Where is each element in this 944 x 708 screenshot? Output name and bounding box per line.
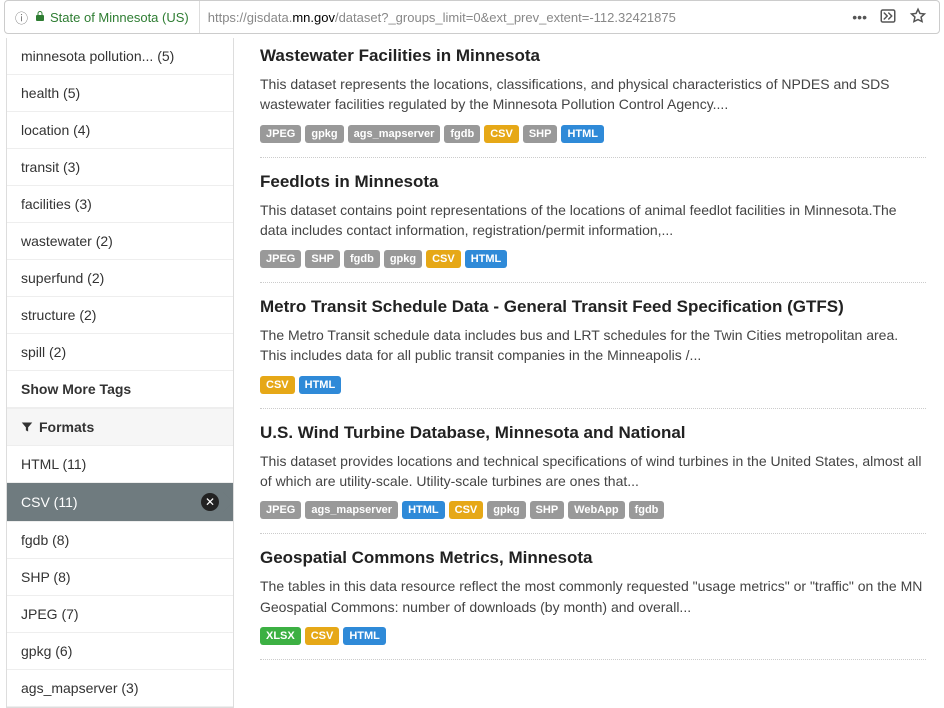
result-title[interactable]: Wastewater Facilities in Minnesota (260, 46, 926, 66)
page-actions-icon[interactable]: ••• (852, 9, 867, 25)
format-badge[interactable]: CSV (260, 376, 295, 394)
result-description: This dataset contains point representati… (260, 200, 926, 241)
tag-item[interactable]: health (5) (7, 75, 233, 112)
format-badge[interactable]: HTML (343, 627, 386, 645)
show-more-tags[interactable]: Show More Tags (7, 371, 233, 408)
remove-filter-icon[interactable]: ✕ (201, 493, 219, 511)
format-badge[interactable]: CSV (484, 125, 519, 143)
format-badge[interactable]: ags_mapserver (348, 125, 441, 143)
format-badge[interactable]: JPEG (260, 250, 301, 268)
format-badge[interactable]: JPEG (260, 501, 301, 519)
format-item[interactable]: ags_mapserver (3) (7, 670, 233, 707)
result-title[interactable]: Geospatial Commons Metrics, Minnesota (260, 548, 926, 568)
badge-row: CSVHTML (260, 376, 926, 394)
format-badge[interactable]: gpkg (384, 250, 422, 268)
result-description: The tables in this data resource reflect… (260, 576, 926, 617)
badge-row: JPEGgpkg ags_mapserverfgdbCSVSHPHTML (260, 125, 926, 143)
format-badge[interactable]: XLSX (260, 627, 301, 645)
result-description: The Metro Transit schedule data includes… (260, 325, 926, 366)
format-badge[interactable]: CSV (426, 250, 461, 268)
format-badge[interactable]: fgdb (629, 501, 665, 519)
result-item: Feedlots in Minnesota This dataset contai… (260, 158, 926, 284)
url-input[interactable]: https://gisdata.mn.gov/dataset?_groups_l… (200, 10, 841, 25)
format-badge[interactable]: SHP (305, 250, 340, 268)
format-item[interactable]: HTML (11) (7, 446, 233, 483)
result-item: Metro Transit Schedule Data - General Tr… (260, 283, 926, 409)
format-badge[interactable]: fgdb (344, 250, 380, 268)
format-item[interactable]: JPEG (7) (7, 596, 233, 633)
format-item[interactable]: fgdb (8) (7, 522, 233, 559)
format-item[interactable]: gpkg (6) (7, 633, 233, 670)
tag-item[interactable]: location (4) (7, 112, 233, 149)
format-badge[interactable]: HTML (561, 125, 604, 143)
result-item: U.S. Wind Turbine Database, Minnesota an… (260, 409, 926, 535)
results-area: Wastewater Facilities in Minnesota This d… (234, 38, 944, 708)
format-badge[interactable]: HTML (465, 250, 508, 268)
result-description: This dataset provides locations and tech… (260, 451, 926, 492)
tag-item[interactable]: spill (2) (7, 334, 233, 371)
tag-item[interactable]: facilities (3) (7, 186, 233, 223)
result-description: This dataset represents the locations, c… (260, 74, 926, 115)
tag-list: minnesota pollution... (5)health (5)loca… (7, 38, 233, 408)
lock-icon (34, 10, 46, 25)
sidebar: minnesota pollution... (5)health (5)loca… (6, 38, 234, 708)
format-list: HTML (11) CSV (11) ✕ fgdb (8)SHP (8)JPEG (7… (7, 446, 233, 707)
identity-text: State of Minnesota (US) (50, 10, 189, 25)
result-title[interactable]: U.S. Wind Turbine Database, Minnesota an… (260, 423, 926, 443)
filter-icon (21, 421, 33, 433)
result-item: Geospatial Commons Metrics, Minnesota The… (260, 534, 926, 660)
site-identity[interactable]: ⓘ State of Minnesota (US) (5, 1, 200, 33)
tag-item[interactable]: minnesota pollution... (5) (7, 38, 233, 75)
tag-item[interactable]: superfund (2) (7, 260, 233, 297)
page-body: minnesota pollution... (5)health (5)loca… (0, 38, 944, 708)
browser-actions: ••• (840, 7, 939, 28)
result-item: Wastewater Facilities in Minnesota This d… (260, 38, 926, 158)
format-label: CSV (11) (21, 494, 78, 510)
info-icon: ⓘ (15, 8, 28, 27)
browser-address-bar: ⓘ State of Minnesota (US) https://gisdat… (4, 0, 940, 34)
format-badge[interactable]: CSV (449, 501, 484, 519)
tag-item[interactable]: structure (2) (7, 297, 233, 334)
format-badge[interactable]: JPEG (260, 125, 301, 143)
formats-header[interactable]: Formats (7, 408, 233, 446)
tag-item[interactable]: transit (3) (7, 149, 233, 186)
result-title[interactable]: Feedlots in Minnesota (260, 172, 926, 192)
format-badge[interactable]: fgdb (444, 125, 480, 143)
format-badge[interactable]: SHP (523, 125, 558, 143)
format-item[interactable]: SHP (8) (7, 559, 233, 596)
result-title[interactable]: Metro Transit Schedule Data - General Tr… (260, 297, 926, 317)
badge-row: JPEGags_mapserverHTMLCSVgpkg SHPWebApp fgd… (260, 501, 926, 519)
format-badge[interactable]: WebApp (568, 501, 624, 519)
format-badge[interactable]: HTML (402, 501, 445, 519)
bookmark-star-icon[interactable] (909, 7, 927, 28)
format-badge[interactable]: CSV (305, 627, 340, 645)
badge-row: XLSXCSVHTML (260, 627, 926, 645)
tag-item[interactable]: wastewater (2) (7, 223, 233, 260)
format-badge[interactable]: SHP (530, 501, 565, 519)
format-badge[interactable]: HTML (299, 376, 342, 394)
format-badge[interactable]: gpkg (305, 125, 343, 143)
format-item[interactable]: CSV (11) ✕ (7, 483, 233, 522)
reader-icon[interactable] (879, 7, 897, 28)
format-badge[interactable]: gpkg (487, 501, 525, 519)
format-badge[interactable]: ags_mapserver (305, 501, 398, 519)
badge-row: JPEGSHPfgdbgpkgCSVHTML (260, 250, 926, 268)
